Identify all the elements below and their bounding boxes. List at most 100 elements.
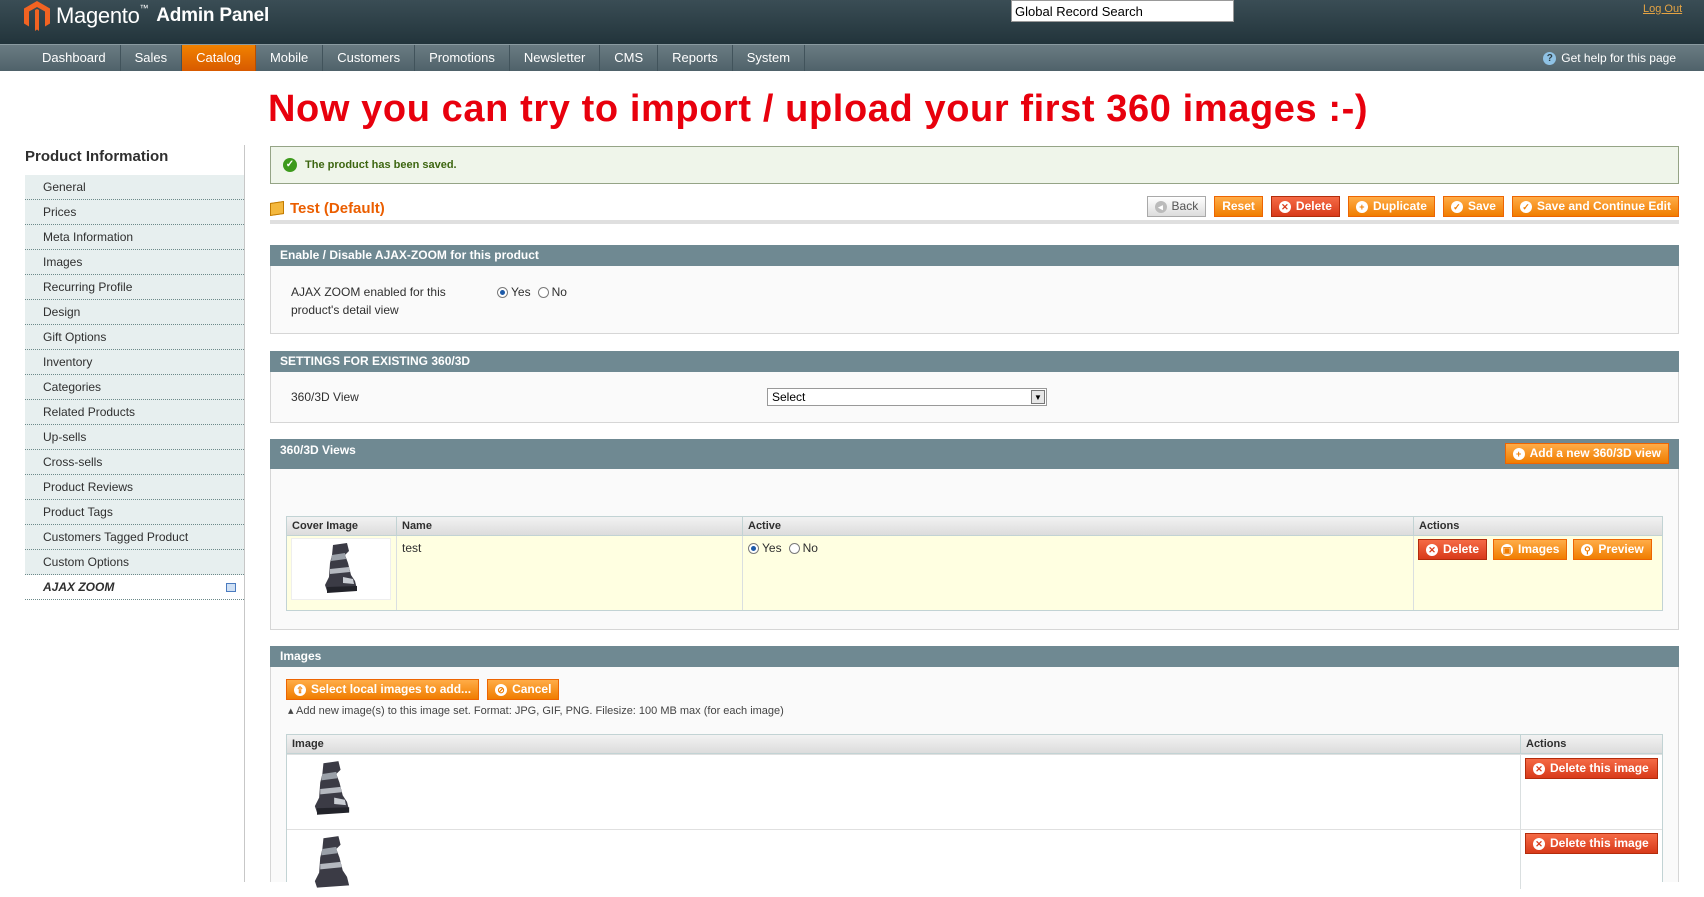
sidebar-title: Product Information: [25, 148, 169, 165]
nav-reports[interactable]: Reports: [658, 45, 733, 71]
success-message: ✓ The product has been saved.: [270, 146, 1679, 184]
delete-image-button[interactable]: ✕ Delete this image: [1525, 833, 1658, 854]
delete-image-button[interactable]: ✕ Delete this image: [1525, 758, 1658, 779]
upload-icon: ⇪: [294, 683, 306, 696]
sidebar-tabs: General Prices Meta Information Images R…: [25, 175, 245, 600]
view-select-label: 360/3D View: [291, 390, 359, 404]
views-grid: Cover Image Name Active Actions test Yes…: [286, 516, 1663, 611]
sidebar-item-recurring-profile[interactable]: Recurring Profile: [25, 275, 244, 300]
sidebar-item-custom-options[interactable]: Custom Options: [25, 550, 244, 575]
sidebar-item-up-sells[interactable]: Up-sells: [25, 425, 244, 450]
sidebar-item-images[interactable]: Images: [25, 250, 244, 275]
logo-subtitle: Admin Panel: [156, 5, 270, 26]
ski-boot-image: [314, 761, 350, 815]
nav-cms[interactable]: CMS: [600, 45, 659, 71]
sidebar-item-product-tags[interactable]: Product Tags: [25, 500, 244, 525]
logout-link[interactable]: Log Out: [1643, 3, 1682, 15]
enabled-yes-radio[interactable]: [497, 286, 508, 298]
upload-hint: ▴ Add new image(s) to this image set. Fo…: [288, 705, 784, 717]
nav-sales[interactable]: Sales: [121, 45, 183, 71]
cover-image[interactable]: [291, 538, 391, 600]
col-active: Active: [743, 517, 1414, 535]
help-icon: ?: [1543, 51, 1557, 65]
view-select[interactable]: Select ▼: [767, 388, 1047, 406]
form-buttons: ◂ Back Reset ✕ Delete + Duplicate ✓ Save ✓ Sa…: [1146, 196, 1679, 217]
sidebar-item-customers-tagged-product[interactable]: Customers Tagged Product: [25, 525, 244, 550]
nav-catalog[interactable]: Catalog: [182, 45, 256, 71]
main-nav: Dashboard Sales Catalog Mobile Customers…: [0, 44, 1704, 71]
sidebar-item-gift-options[interactable]: Gift Options: [25, 325, 244, 350]
global-search-input[interactable]: [1011, 0, 1234, 22]
sidebar-item-meta-information[interactable]: Meta Information: [25, 225, 244, 250]
active-radios: Yes No: [748, 541, 1408, 555]
nav-dashboard[interactable]: Dashboard: [0, 45, 121, 71]
col-actions: Actions: [1526, 738, 1567, 750]
magento-logo[interactable]: Magento™ Admin Panel: [24, 0, 269, 32]
enabled-no-radio[interactable]: [537, 286, 549, 298]
name-cell: test: [397, 536, 743, 610]
reset-button[interactable]: Reset: [1214, 196, 1263, 217]
radio-label-no: No: [551, 285, 567, 299]
col-name: Name: [397, 517, 743, 535]
views-section-header: 360/3D Views + Add a new 360/3D view: [270, 439, 1679, 469]
cancel-icon: ⊘: [495, 683, 508, 696]
delete-icon: ✕: [1278, 200, 1291, 213]
chevron-down-icon: ▼: [1031, 390, 1045, 404]
help-link[interactable]: ? Get help for this page: [1543, 45, 1676, 71]
table-row: test Yes No ✕ Delete ▣ Images ⚲ Preview: [287, 536, 1662, 610]
cover-image-cell: [287, 536, 397, 610]
page-title-text: Test (Default): [290, 200, 385, 217]
delete-icon: ✕: [1426, 543, 1438, 556]
images-section-title: Images: [270, 646, 1679, 667]
ajax-zoom-enabled-label: AJAX ZOOM enabled for this product's det…: [291, 285, 446, 317]
help-label: Get help for this page: [1561, 51, 1676, 65]
active-yes-radio[interactable]: [748, 542, 759, 554]
radio-label-no: No: [802, 541, 818, 555]
sidebar-item-inventory[interactable]: Inventory: [25, 350, 244, 375]
radio-label-yes: Yes: [511, 285, 531, 299]
delete-button[interactable]: ✕ Delete: [1270, 196, 1340, 217]
view-images-button[interactable]: ▣ Images: [1493, 539, 1568, 560]
sidebar-item-ajax-zoom[interactable]: AJAX ZOOM: [25, 575, 244, 600]
ajax-zoom-enabled-radios: Yes No: [497, 285, 567, 299]
nav-newsletter[interactable]: Newsletter: [510, 45, 601, 71]
active-no-radio[interactable]: [788, 542, 800, 554]
page-title: Test (Default): [270, 200, 385, 217]
ski-boot-image: [325, 543, 357, 593]
sidebar-item-related-products[interactable]: Related Products: [25, 400, 244, 425]
logo-text: Magento™: [56, 3, 149, 28]
sidebar-item-product-reviews[interactable]: Product Reviews: [25, 475, 244, 500]
sidebar-item-design[interactable]: Design: [25, 300, 244, 325]
nav-customers[interactable]: Customers: [323, 45, 416, 71]
select-local-images-button[interactable]: ⇪ Select local images to add...: [286, 679, 480, 700]
sidebar-item-categories[interactable]: Categories: [25, 375, 244, 400]
sidebar-item-prices[interactable]: Prices: [25, 200, 244, 225]
radio-label-yes: Yes: [762, 541, 782, 555]
delete-icon: ✕: [1533, 762, 1545, 775]
nav-system[interactable]: System: [733, 45, 806, 71]
views-section-body: Cover Image Name Active Actions test Yes…: [270, 469, 1679, 630]
delete-icon: ✕: [1533, 837, 1545, 850]
add-view-button[interactable]: + Add a new 360/3D view: [1504, 443, 1669, 464]
nav-mobile[interactable]: Mobile: [256, 45, 324, 71]
upload-buttons: ⇪ Select local images to add... ⊘ Cancel: [286, 679, 560, 700]
back-button[interactable]: ◂ Back: [1146, 196, 1207, 217]
sidebar-item-general[interactable]: General: [25, 175, 244, 200]
duplicate-button[interactable]: + Duplicate: [1347, 196, 1435, 217]
sidebar-item-cross-sells[interactable]: Cross-sells: [25, 450, 244, 475]
sidebar-divider: [244, 145, 245, 882]
product-box-icon: [270, 201, 284, 216]
nav-promotions[interactable]: Promotions: [415, 45, 510, 71]
views-section-title: 360/3D Views: [280, 443, 356, 457]
view-preview-button[interactable]: ⚲ Preview: [1573, 539, 1652, 560]
save-button[interactable]: ✓ Save: [1442, 196, 1504, 217]
save-continue-button[interactable]: ✓ Save and Continue Edit: [1511, 196, 1679, 217]
admin-header: Magento™ Admin Panel Log Out: [0, 0, 1704, 44]
magnifier-icon: ⚲: [1581, 543, 1594, 556]
magento-logo-icon: [24, 1, 50, 31]
col-image: Image: [287, 735, 1521, 753]
view-delete-button[interactable]: ✕ Delete: [1418, 539, 1488, 560]
table-row: ✕ Delete this image: [287, 754, 1662, 829]
page-header: Test (Default) ◂ Back Reset ✕ Delete + Dupl…: [270, 196, 1679, 224]
cancel-upload-button[interactable]: ⊘ Cancel: [487, 679, 560, 700]
